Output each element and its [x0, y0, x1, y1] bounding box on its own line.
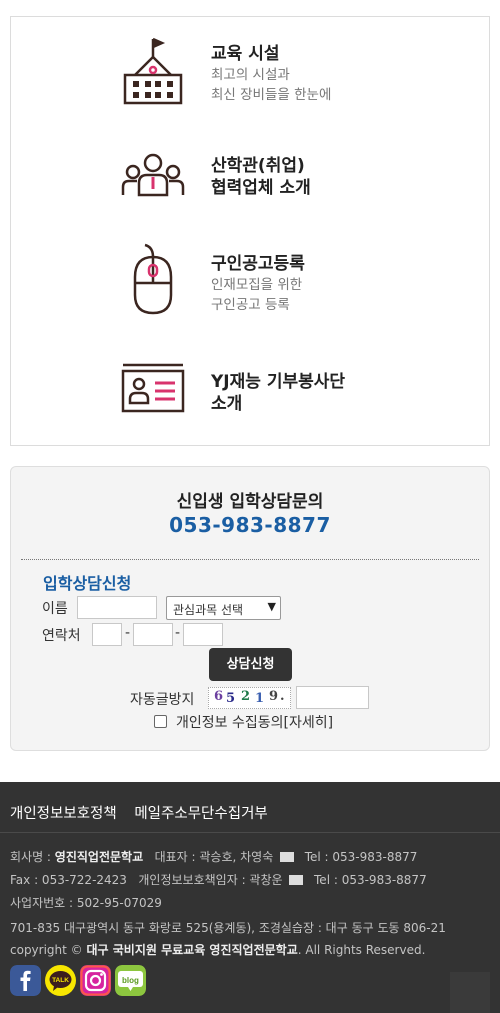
- tel: Tel : 053-983-8877: [314, 873, 427, 887]
- captcha-char: 9: [269, 689, 279, 704]
- consult-panel: 신입생 입학상담문의 053-983-8877 입학상담신청 이름 관심과목 선…: [10, 466, 490, 751]
- phone-field-3[interactable]: [183, 623, 223, 646]
- people-group-icon: [121, 153, 185, 197]
- captcha-char: .: [280, 689, 285, 704]
- menu-title-line2: 소개: [211, 394, 243, 414]
- svg-text:TALK: TALK: [52, 977, 69, 984]
- facebook-icon[interactable]: [10, 965, 41, 996]
- email-refusal-link[interactable]: 메일주소무단수집거부: [134, 806, 267, 822]
- menu-item-industry-partners[interactable]: 산학관(취업) 협력업체 소개: [11, 151, 489, 251]
- menu-title: YJ재능 기부봉사단: [211, 372, 346, 392]
- privacy-consent-link[interactable]: 개인정보 수집동의[자세히]: [176, 712, 333, 732]
- menu-subtitle: 최고의 시설과: [211, 67, 290, 83]
- phone-field-1[interactable]: [92, 623, 122, 646]
- menu-item-job-posting[interactable]: 구인공고등록 인재모집을 위한 구인공고 등록: [11, 243, 489, 343]
- dash: -: [175, 625, 181, 641]
- menu-title-line2: 협력업체 소개: [211, 178, 311, 198]
- captcha-input[interactable]: [296, 686, 369, 709]
- address: 701-835 대구광역시 동구 화랑로 525(용계동), 조경실습장 : 대…: [10, 921, 446, 935]
- privacy-checkbox[interactable]: [154, 715, 167, 728]
- name-label: 이름: [42, 601, 68, 617]
- mail-icon[interactable]: [289, 875, 304, 885]
- menu-item-facilities[interactable]: 교육 시설 최고의 시설과 최신 장비들을 한눈에: [11, 37, 489, 137]
- footer-fax-line: Fax : 053-722-2423 개인정보보호책임자 : 곽창운 Tel :…: [10, 871, 427, 888]
- fax: Fax : 053-722-2423: [10, 873, 127, 887]
- company-name: 영진직업전문학교: [54, 850, 144, 864]
- captcha-label: 자동글방지: [130, 692, 195, 708]
- svg-text:blog: blog: [122, 976, 139, 985]
- copyright-prefix: copyright ©: [10, 943, 87, 957]
- footer-divider: [0, 832, 500, 833]
- consult-heading: 신입생 입학상담문의: [176, 492, 324, 512]
- menu-title: 산학관(취업): [211, 156, 305, 176]
- menu-item-talent-donation[interactable]: YJ재능 기부봉사단 소개: [11, 361, 489, 461]
- menu-title: 교육 시설: [211, 44, 280, 64]
- company-label: 회사명 :: [10, 850, 55, 864]
- course-select[interactable]: 관심과목 선택 ▼: [166, 596, 281, 620]
- kakaotalk-icon[interactable]: TALK: [45, 965, 76, 996]
- menu-title: 구인공고등록: [211, 254, 305, 274]
- menu-subtitle: 인재모집을 위한: [211, 277, 303, 293]
- phone-label: 연락처: [42, 628, 81, 644]
- dash: -: [125, 625, 131, 641]
- divider: [21, 559, 479, 560]
- id-card-icon: [121, 363, 185, 413]
- captcha-char: 2: [241, 689, 251, 704]
- course-select-value: 관심과목 선택: [173, 603, 244, 617]
- consult-phone[interactable]: 053-983-8877: [11, 513, 489, 537]
- chevron-down-icon: ▼: [267, 600, 276, 613]
- phone-field-2[interactable]: [133, 623, 173, 646]
- copyright-name: 대구 국비지원 무료교육 영진직업전문학교: [86, 943, 298, 957]
- menu-subtitle: 구인공고 등록: [211, 297, 290, 313]
- menu-box: 교육 시설 최고의 시설과 최신 장비들을 한눈에 산학관(취업) 협력업체 소…: [10, 16, 490, 446]
- instagram-icon[interactable]: [80, 965, 111, 996]
- copyright: copyright © 대구 국비지원 무료교육 영진직업전문학교. All R…: [10, 941, 425, 958]
- copyright-suffix: . All Rights Reserved.: [297, 943, 426, 957]
- scroll-top-button[interactable]: [450, 972, 490, 1013]
- form-title: 입학상담신청: [43, 574, 132, 593]
- footer-links: 개인정보보호정책 메일주소무단수집거부: [10, 802, 281, 823]
- computer-mouse-icon: [133, 243, 173, 315]
- ceo: 대표자 : 곽승호, 차영숙: [154, 850, 274, 864]
- school-building-icon: [123, 37, 183, 105]
- blog-icon[interactable]: blog: [115, 965, 146, 996]
- captcha-char: 1: [255, 691, 265, 706]
- captcha-char: 6: [214, 689, 224, 704]
- captcha-image: 6 5 2 1 9 .: [208, 687, 291, 709]
- menu-subtitle: 최신 장비들을 한눈에: [211, 87, 332, 103]
- mail-icon[interactable]: [280, 852, 295, 862]
- tel: Tel : 053-983-8877: [304, 850, 418, 864]
- privacy-officer: 개인정보보호책임자 : 곽창운: [138, 873, 283, 887]
- footer-company-line: 회사명 : 영진직업전문학교 대표자 : 곽승호, 차영숙 Tel : 053-…: [10, 848, 417, 865]
- footer: 개인정보보호정책 메일주소무단수집거부 회사명 : 영진직업전문학교 대표자 :…: [0, 782, 500, 1013]
- business-number: 사업자번호 : 502-95-07029: [10, 896, 162, 910]
- name-input[interactable]: [77, 596, 157, 619]
- captcha-char: 5: [226, 691, 236, 706]
- submit-button[interactable]: 상담신청: [209, 648, 292, 681]
- privacy-policy-link[interactable]: 개인정보보호정책: [10, 806, 117, 822]
